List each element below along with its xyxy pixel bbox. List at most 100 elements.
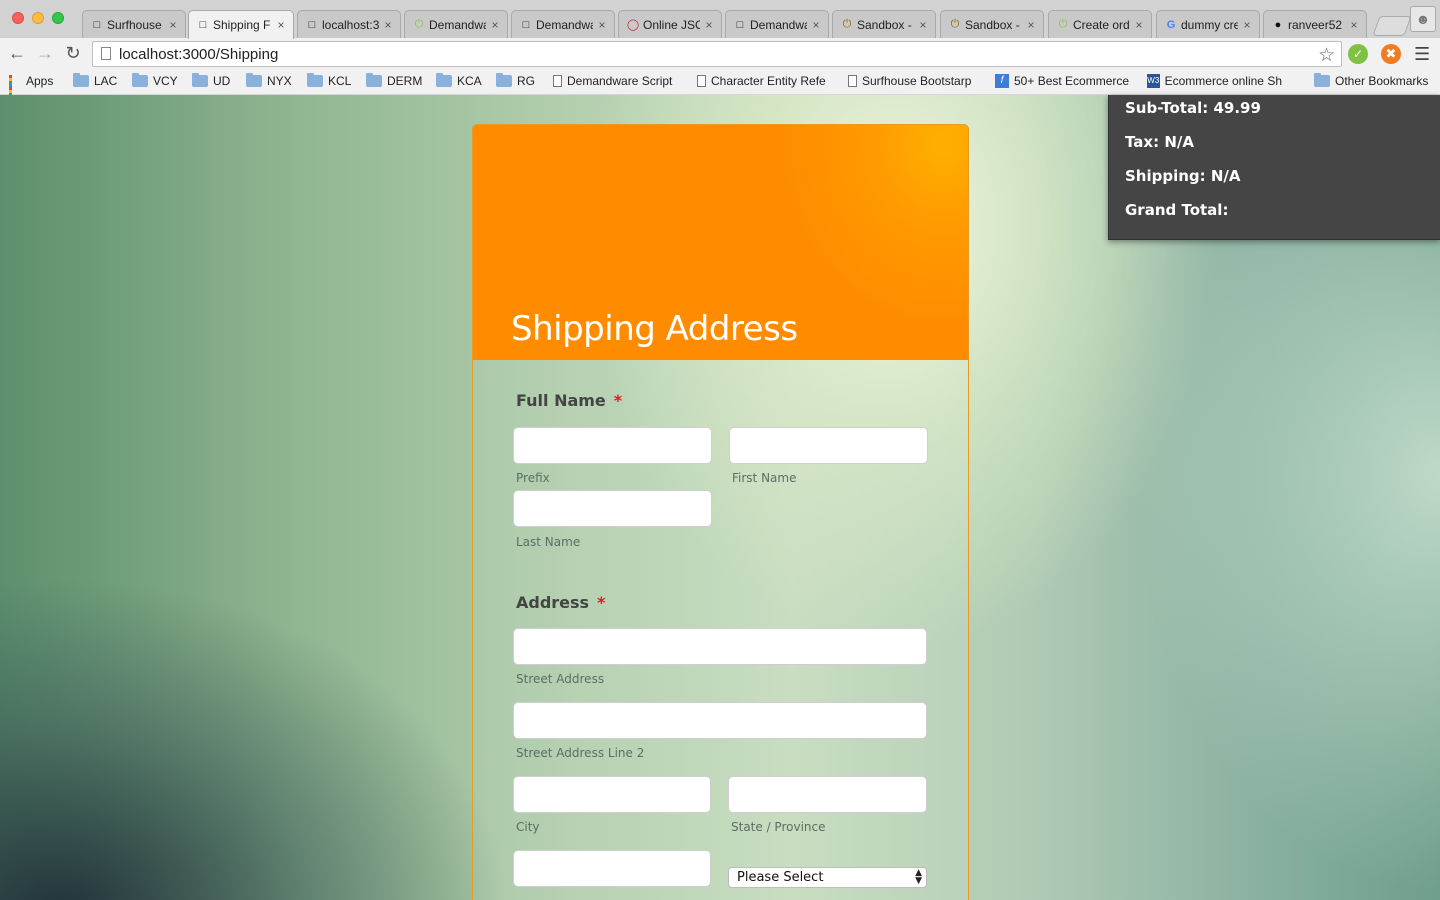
google-icon: G	[1166, 18, 1176, 31]
bookmark-folder-nyx[interactable]: NYX	[246, 73, 292, 88]
bookmark-folder-kcl[interactable]: KCL	[307, 73, 351, 88]
tab-create-order[interactable]: ⏻ Create ord ×	[1048, 10, 1152, 38]
tab-sandbox-2[interactable]: ⏻ Sandbox - ×	[940, 10, 1044, 38]
bookmark-label: Demandware Script	[567, 74, 673, 88]
bookmark-apps[interactable]: Apps	[9, 74, 53, 102]
tab-label: localhost:3	[322, 17, 379, 32]
full-name-label: Full Name	[516, 391, 606, 410]
bookmark-folder-derm[interactable]: DERM	[366, 73, 422, 88]
bookmark-demandware-script[interactable]: Demandware Script	[553, 74, 672, 88]
maximize-window-button[interactable]	[52, 12, 64, 24]
address-bar[interactable]: localhost:3000/Shipping ☆	[92, 41, 1342, 67]
tab-label: Online JSO	[643, 17, 700, 32]
shipping-text: Shipping: N/A	[1125, 167, 1241, 185]
country-select[interactable]: Please Select ▲ ▼	[728, 867, 927, 888]
bookmark-label: RG	[517, 74, 535, 88]
tab-shipping[interactable]: □ Shipping F ×	[188, 10, 294, 39]
tab-demandware-2[interactable]: □ Demandwa ×	[511, 10, 615, 38]
first-name-input[interactable]	[729, 427, 928, 464]
tab-github[interactable]: ● ranveer52 ×	[1263, 10, 1367, 38]
close-tab-icon[interactable]: ×	[489, 18, 501, 32]
bookmark-surfhouse-bootstrap[interactable]: Surfhouse Bootstarp	[848, 74, 971, 88]
street-address-input[interactable]	[513, 628, 927, 665]
close-tab-icon[interactable]: ×	[382, 18, 394, 32]
full-name-section: Full Name *	[516, 391, 622, 410]
bookmark-character-entity[interactable]: Character Entity Refe	[697, 74, 832, 88]
browser-chrome: □ Surfhouse × □ Shipping F × □ localhost…	[0, 0, 1440, 102]
bookmark-folder-lac[interactable]: LAC	[73, 73, 117, 88]
new-tab-button[interactable]	[1372, 16, 1412, 36]
folder-icon	[246, 73, 262, 87]
back-arrow-icon[interactable]: ←	[6, 42, 28, 64]
bookmark-folder-ud[interactable]: UD	[192, 73, 230, 88]
shipping-form-card: Shipping Address Full Name * Prefix First…	[472, 124, 969, 900]
minimize-window-button[interactable]	[32, 12, 44, 24]
bookmark-label: Ecommerce online Sh	[1164, 74, 1282, 88]
tab-localhost[interactable]: □ localhost:3 ×	[297, 10, 401, 38]
extension-icon[interactable]: ✖	[1381, 44, 1401, 64]
tab-label: ranveer52	[1288, 17, 1343, 32]
w3-logo-icon: W3	[1147, 74, 1160, 88]
tab-label: Demandwa	[750, 17, 807, 32]
reload-icon[interactable]: ↻	[62, 42, 84, 64]
bookmark-label: NYX	[267, 74, 292, 88]
close-tab-icon[interactable]: ×	[1133, 18, 1145, 32]
close-tab-icon[interactable]: ×	[1348, 18, 1360, 32]
close-window-button[interactable]	[12, 12, 24, 24]
bookmark-other-bookmarks[interactable]: Other Bookmarks	[1314, 73, 1428, 88]
page-icon: □	[199, 19, 207, 31]
forward-arrow-icon[interactable]: →	[34, 42, 56, 64]
close-tab-icon[interactable]: ×	[167, 18, 179, 32]
bookmark-folder-rg[interactable]: RG	[496, 73, 535, 88]
close-tab-icon[interactable]: ×	[810, 18, 822, 32]
page-icon: □	[736, 18, 744, 31]
ring-icon: ◯	[626, 19, 640, 31]
form-header: Shipping Address	[473, 125, 968, 360]
last-name-input[interactable]	[513, 490, 712, 527]
profile-icon[interactable]: ☻	[1410, 6, 1436, 32]
bookmark-folder-vcy[interactable]: VCY	[132, 73, 178, 88]
required-mark: *	[597, 593, 606, 612]
page-icon	[848, 75, 857, 87]
bookmark-folder-kca[interactable]: KCA	[436, 73, 482, 88]
state-province-input[interactable]	[728, 776, 927, 813]
tab-label: Demandwa	[536, 17, 593, 32]
tab-online-json[interactable]: ◯ Online JSO ×	[618, 10, 722, 38]
page-icon	[697, 75, 706, 87]
folder-icon	[192, 73, 208, 87]
tab-label: Sandbox -	[857, 17, 912, 32]
menu-icon[interactable]: ☰	[1414, 44, 1430, 65]
tab-demandware-1[interactable]: ⏻ Demandwa ×	[404, 10, 508, 38]
tab-sandbox-1[interactable]: ⏻ Sandbox - ×	[832, 10, 936, 38]
bookmark-star-icon[interactable]: ☆	[1318, 44, 1335, 67]
shield-extension-icon[interactable]: ✓	[1348, 44, 1368, 64]
city-label: City	[516, 820, 540, 834]
folder-icon	[366, 73, 382, 87]
tab-label: Sandbox -	[965, 17, 1020, 32]
page-icon: □	[93, 18, 101, 31]
url-text: localhost:3000/Shipping	[119, 46, 279, 63]
tab-label: dummy cre	[1181, 17, 1238, 32]
country-select-value: Please Select	[737, 870, 824, 885]
close-tab-icon[interactable]: ×	[917, 18, 929, 32]
tab-dummy-credit[interactable]: G dummy cre ×	[1156, 10, 1260, 38]
close-tab-icon[interactable]: ×	[1241, 18, 1253, 32]
street-address-label: Street Address	[516, 672, 605, 686]
close-tab-icon[interactable]: ×	[703, 18, 715, 32]
tab-surfhouse[interactable]: □ Surfhouse ×	[82, 10, 186, 38]
folder-icon	[1314, 73, 1330, 87]
page-icon: □	[522, 18, 530, 31]
required-mark: *	[613, 391, 623, 410]
postal-code-input[interactable]	[513, 850, 711, 887]
close-tab-icon[interactable]: ×	[275, 18, 287, 32]
bookmark-label: 50+ Best Ecommerce	[1014, 74, 1130, 88]
tab-demandware-3[interactable]: □ Demandwa ×	[725, 10, 829, 38]
grand-total-text: Grand Total:	[1125, 201, 1229, 219]
street-address-line2-input[interactable]	[513, 702, 927, 739]
bookmark-best-ecommerce[interactable]: f 50+ Best Ecommerce	[995, 74, 1130, 88]
bookmark-ecommerce-online[interactable]: W3 Ecommerce online Sh	[1147, 74, 1282, 88]
close-tab-icon[interactable]: ×	[596, 18, 608, 32]
city-input[interactable]	[513, 776, 711, 813]
close-tab-icon[interactable]: ×	[1025, 18, 1037, 32]
prefix-input[interactable]	[513, 427, 712, 464]
